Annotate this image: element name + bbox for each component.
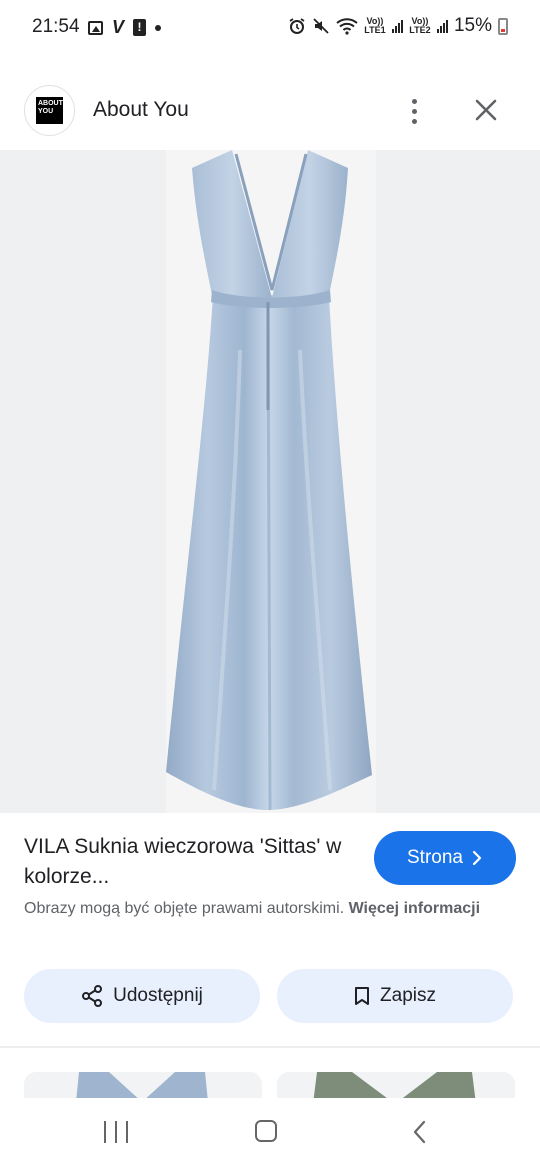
- visit-button[interactable]: Strona: [374, 831, 516, 885]
- status-right-icons: Vo)) LTE1 Vo)) LTE2 15%: [288, 15, 508, 37]
- alarm-icon: [289, 18, 305, 34]
- status-left-icons: V !: [88, 17, 162, 38]
- share-button[interactable]: Udostępnij: [24, 969, 260, 1023]
- dot-icon: [155, 24, 162, 31]
- more-info-link[interactable]: Więcej informacji: [349, 900, 480, 917]
- signal-2-icon: [436, 19, 448, 33]
- battery-icon: [498, 17, 508, 35]
- save-button[interactable]: Zapisz: [277, 969, 513, 1023]
- product-title[interactable]: VILA Suknia wieczorowa 'Sittas' w kolorz…: [24, 832, 354, 892]
- network-1-label: Vo)) LTE1: [364, 16, 386, 35]
- battery-percent: 15%: [453, 15, 492, 36]
- site-logo-mark: ABOUT YOU: [36, 97, 63, 124]
- network-2-label: Vo)) LTE2: [409, 16, 431, 35]
- visit-button-label: Strona: [407, 847, 463, 868]
- divider: [0, 1046, 540, 1048]
- share-button-label: Udostępnij: [113, 985, 203, 1006]
- home-icon[interactable]: [255, 1120, 277, 1142]
- image-icon: [88, 20, 103, 35]
- product-image[interactable]: [0, 150, 540, 813]
- back-icon[interactable]: [410, 1119, 430, 1145]
- bookmark-icon: [355, 987, 370, 1005]
- copyright-notice: Obrazy mogą być objęte prawami autorskim…: [24, 897, 504, 921]
- site-name[interactable]: About You: [93, 98, 189, 122]
- chevron-right-icon: [472, 850, 482, 866]
- wifi-icon: [336, 18, 358, 35]
- alert-icon: !: [133, 19, 147, 36]
- more-vert-icon[interactable]: [402, 96, 426, 126]
- status-time: 21:54: [32, 16, 80, 37]
- v-icon: V: [112, 17, 125, 37]
- recents-icon[interactable]: [104, 1121, 128, 1143]
- save-button-label: Zapisz: [380, 985, 436, 1006]
- close-icon[interactable]: [472, 96, 500, 124]
- mute-icon: [313, 18, 329, 34]
- copyright-text: Obrazy mogą być objęte prawami autorskim…: [24, 900, 345, 917]
- signal-1-icon: [391, 19, 403, 33]
- share-icon: [82, 985, 103, 1007]
